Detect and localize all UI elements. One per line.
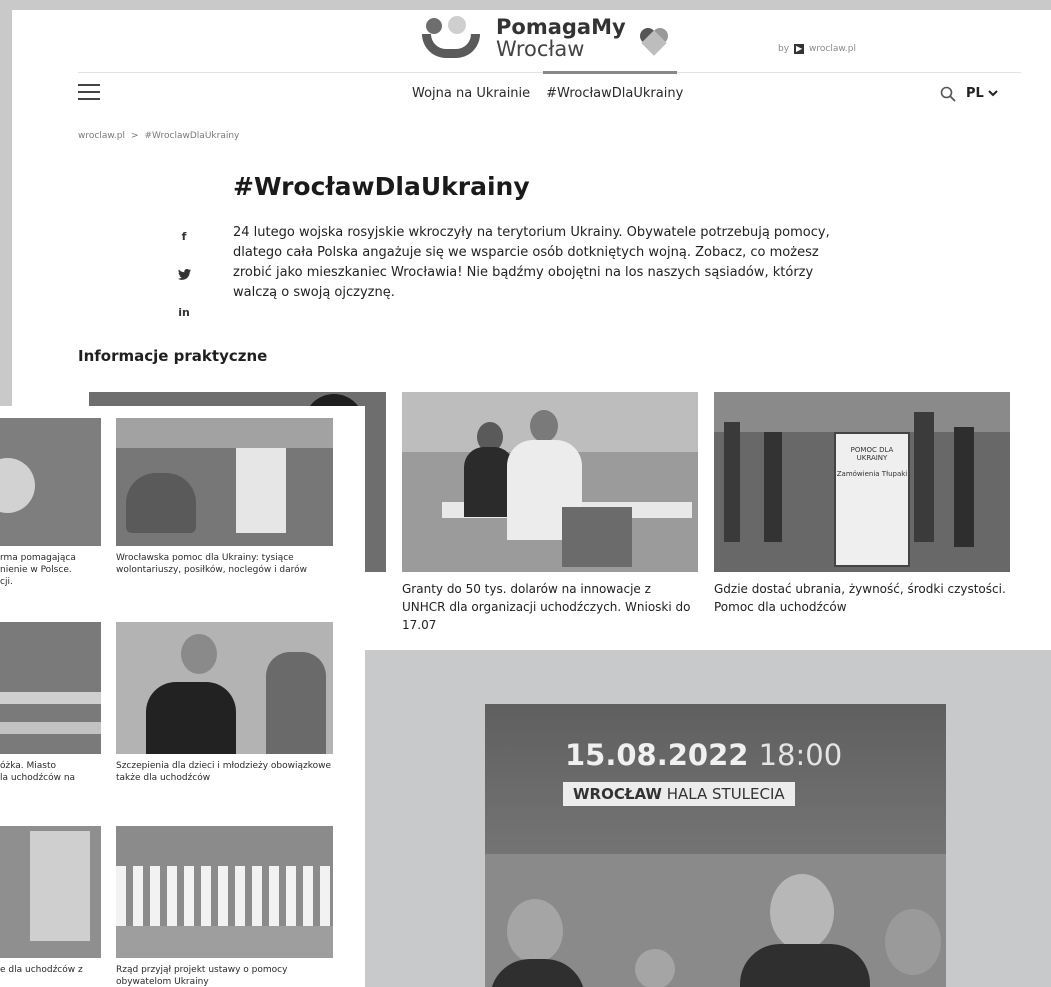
- intro-text: 24 lutego wojska rosyjskie wkroczyły na …: [233, 225, 830, 300]
- sign-line3: Zamówienia Tłupaki: [836, 470, 908, 478]
- concert-poster: 15.08.2022 18:00 WROCŁAW HALA STULECIA: [485, 704, 946, 987]
- sign-line1: POMOC DLA: [850, 446, 894, 454]
- article-card[interactable]: Wrocławska pomoc dla Ukrainy: tysiące wo…: [116, 418, 333, 576]
- breadcrumb-home[interactable]: wroclaw.pl: [78, 131, 125, 141]
- nav-item-wroclaw-for-ukraine[interactable]: #WrocławDlaUkrainy: [546, 86, 683, 101]
- event-city: WROCŁAW: [573, 785, 662, 803]
- breadcrumb-current: #WroclawDlaUkrainy: [144, 131, 240, 141]
- main-nav: Wojna na Ukrainie #WrocławDlaUkrainy: [412, 86, 683, 101]
- article-card[interactable]: rma pomagająca nienie w Polsce. cji.: [0, 418, 101, 588]
- hamburger-menu-icon[interactable]: [78, 84, 100, 100]
- logo-line1: PomagaMy: [496, 15, 626, 39]
- logo-people-icon: [420, 16, 486, 60]
- article-image: [0, 826, 101, 958]
- article-image: [402, 392, 698, 572]
- article-card[interactable]: óżka. Miasto la uchodźców na: [0, 622, 101, 784]
- band-member: [885, 909, 941, 975]
- article-title[interactable]: óżka. Miasto la uchodźców na: [0, 760, 101, 784]
- flag-blue-band: [485, 704, 946, 854]
- article-image: [116, 826, 333, 958]
- by-site: wroclaw.pl: [809, 44, 856, 54]
- by-wroclaw-link[interactable]: by ▶ wroclaw.pl: [778, 44, 856, 54]
- site-logo[interactable]: PomagaMy Wrocław: [420, 16, 670, 60]
- page-title: #WrocławDlaUkrainy: [233, 172, 530, 201]
- linkedin-icon: in: [178, 305, 190, 319]
- article-title[interactable]: Rząd przyjął projekt ustawy o pomocy oby…: [116, 964, 333, 987]
- event-hall: HALA STULECIA: [666, 785, 785, 803]
- breadcrumb: wroclaw.pl > #WroclawDlaUkrainy: [78, 131, 239, 141]
- share-buttons: f in: [170, 222, 198, 326]
- article-image: POMOC DLA UKRAINY Zamówienia Tłupaki: [714, 392, 1010, 572]
- help-sign: POMOC DLA UKRAINY Zamówienia Tłupaki: [834, 432, 910, 567]
- twitter-share-button[interactable]: [170, 260, 198, 288]
- article-title[interactable]: rma pomagająca nienie w Polsce. cji.: [0, 552, 101, 588]
- article-card[interactable]: Szczepienia dla dzieci i młodzieży obowi…: [116, 622, 333, 784]
- article-image: [0, 622, 101, 754]
- section-title: Informacje praktyczne: [78, 347, 268, 365]
- band-member: [635, 949, 675, 987]
- logo-text: PomagaMy Wrocław: [496, 16, 626, 60]
- article-card[interactable]: POMOC DLA UKRAINY Zamówienia Tłupaki Gdz…: [714, 392, 1010, 616]
- nav-item-war-in-ukraine[interactable]: Wojna na Ukrainie: [412, 86, 530, 101]
- event-date: 15.08.2022: [565, 738, 749, 772]
- band-member-body: [740, 944, 870, 987]
- article-title[interactable]: Wrocławska pomoc dla Ukrainy: tysiące wo…: [116, 552, 333, 576]
- search-icon[interactable]: [940, 86, 956, 102]
- event-datetime: 15.08.2022 18:00: [565, 738, 842, 772]
- article-card[interactable]: Rząd przyjął projekt ustawy o pomocy oby…: [116, 826, 333, 987]
- article-image: [0, 418, 101, 546]
- article-card[interactable]: Granty do 50 tys. dolarów na innowacje z…: [402, 392, 698, 634]
- article-title[interactable]: Szczepienia dla dzieci i młodzieży obowi…: [116, 760, 333, 784]
- facebook-icon: f: [181, 229, 187, 243]
- language-label: PL: [966, 86, 984, 101]
- article-title[interactable]: Granty do 50 tys. dolarów na innowacje z…: [402, 580, 698, 634]
- event-time: 18:00: [758, 738, 843, 772]
- band-member: [770, 874, 834, 950]
- breadcrumb-separator: >: [130, 131, 139, 141]
- twitter-icon: [177, 268, 191, 280]
- language-selector[interactable]: PL: [966, 86, 998, 101]
- chevron-down-icon: [988, 90, 998, 97]
- heart-icon: [639, 28, 670, 56]
- article-image: [116, 622, 333, 754]
- linkedin-share-button[interactable]: in: [170, 298, 198, 326]
- article-card[interactable]: e dla uchodźców z: [0, 826, 101, 976]
- article-image: [116, 418, 333, 546]
- sign-line2: UKRAINY: [856, 454, 888, 462]
- article-title[interactable]: e dla uchodźców z: [0, 964, 101, 976]
- nav-active-indicator: [543, 71, 677, 74]
- by-label: by: [778, 44, 790, 54]
- article-title[interactable]: Gdzie dostać ubrania, żywność, środki cz…: [714, 580, 1010, 616]
- event-venue: WROCŁAW HALA STULECIA: [563, 782, 795, 806]
- facebook-share-button[interactable]: f: [170, 222, 198, 250]
- wroclaw-logo-icon: ▶: [794, 44, 805, 54]
- band-member: [507, 899, 563, 963]
- logo-line2: Wrocław: [496, 37, 585, 62]
